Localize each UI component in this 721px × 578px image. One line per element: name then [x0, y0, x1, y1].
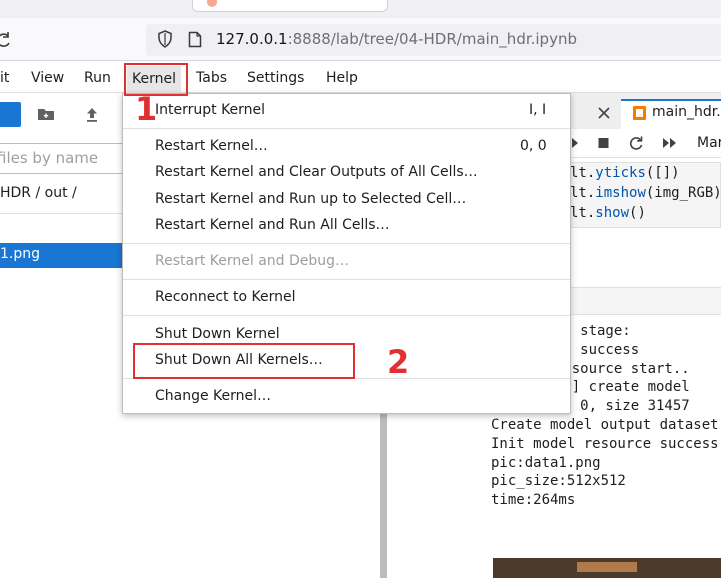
menu-tabs[interactable]: Tabs: [196, 69, 227, 87]
tab-favicon-icon: [207, 0, 217, 7]
upload-icon[interactable]: [84, 105, 100, 123]
menu-item-reconnect-kernel[interactable]: Reconnect to Kernel: [155, 288, 295, 306]
browser-tab[interactable]: [192, 0, 388, 12]
notebook-tab-title[interactable]: main_hdr.: [652, 104, 721, 120]
output-line: pic:data1.png: [491, 454, 601, 471]
url-text[interactable]: 127.0.0.1:8888/lab/tree/04-HDR/main_hdr.…: [216, 31, 577, 48]
menu-help[interactable]: Help: [326, 69, 358, 87]
code-line: lt.show(): [570, 205, 646, 221]
annotation-step-2: 2: [387, 343, 410, 381]
close-tab-icon[interactable]: [596, 104, 612, 122]
file-name[interactable]: 1.png: [0, 246, 40, 262]
output-line: pic_size:512x512: [491, 473, 626, 490]
new-folder-icon[interactable]: [37, 106, 55, 122]
menu-item-shut-down-kernel[interactable]: Shut Down Kernel: [155, 325, 280, 343]
fast-forward-icon[interactable]: [662, 135, 678, 151]
cell-type-select[interactable]: Mar: [697, 135, 721, 151]
menu-divider: [123, 315, 570, 316]
output-line: time:264ms: [491, 492, 576, 509]
output-line: Init model resource success: [491, 435, 719, 452]
breadcrumb[interactable]: HDR / out /: [0, 185, 77, 201]
menu-item-interrupt-kernel[interactable]: Interrupt Kernel: [155, 101, 265, 119]
menu-edit[interactable]: it: [0, 69, 9, 87]
annotation-step-1: 1: [135, 90, 158, 128]
stop-icon[interactable]: [597, 135, 610, 151]
shortcut-restart: 0, 0: [520, 138, 547, 154]
menu-run[interactable]: Run: [84, 69, 111, 87]
file-filter-placeholder: files by name: [0, 149, 99, 167]
code-line: lt.yticks([]): [570, 165, 680, 181]
menu-divider: [123, 279, 570, 280]
menu-settings[interactable]: Settings: [247, 69, 304, 87]
output-line: Create model output dataset: [491, 417, 719, 433]
code-line: lt.imshow(img_RGB): [570, 185, 721, 201]
restart-icon[interactable]: [628, 135, 644, 151]
menu-item-restart-debug: Restart Kernel and Debug…: [155, 253, 350, 269]
menu-item-change-kernel[interactable]: Change Kernel…: [155, 387, 271, 405]
menu-divider: [123, 128, 570, 129]
menu-divider: [123, 243, 570, 244]
notebook-icon: [633, 106, 646, 120]
menu-item-restart-run-all[interactable]: Restart Kernel and Run All Cells…: [155, 216, 390, 234]
reload-icon[interactable]: [0, 31, 12, 49]
annotation-box-shut-down-all: [133, 343, 355, 379]
output-image: [493, 558, 721, 578]
page-info-icon[interactable]: [188, 31, 202, 48]
url-path: :8888/lab/tree/04-HDR/main_hdr.ipynb: [287, 30, 577, 48]
url-host: 127.0.0.1: [216, 30, 288, 48]
shield-icon[interactable]: [157, 30, 173, 48]
run-icon[interactable]: [570, 135, 580, 151]
shortcut-interrupt: I, I: [529, 102, 547, 118]
menu-item-restart-kernel[interactable]: Restart Kernel…: [155, 137, 268, 155]
new-launcher-button[interactable]: [0, 102, 21, 127]
menu-item-restart-clear-outputs[interactable]: Restart Kernel and Clear Outputs of All …: [155, 163, 478, 181]
menu-item-restart-run-to-selected[interactable]: Restart Kernel and Run up to Selected Ce…: [155, 190, 466, 208]
menu-view[interactable]: View: [31, 69, 64, 87]
